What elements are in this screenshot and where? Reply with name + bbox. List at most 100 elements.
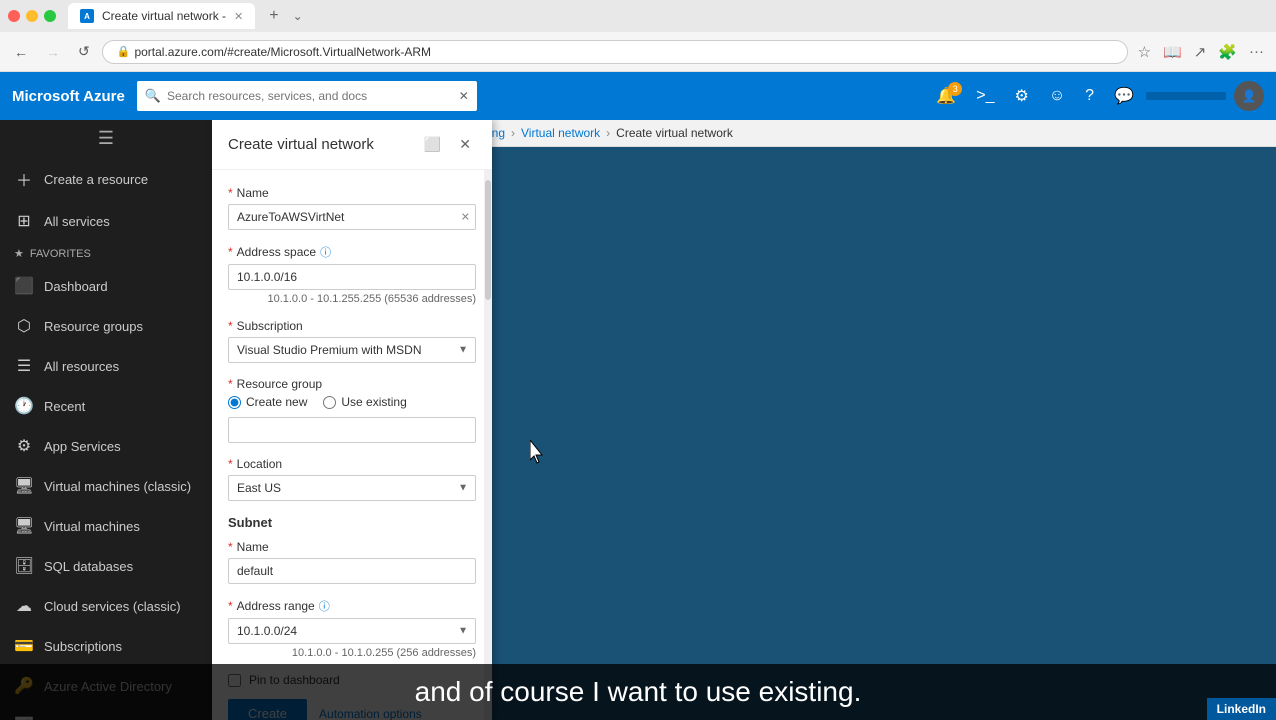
panel-scroll-thumb[interactable]	[485, 180, 491, 300]
search-bar[interactable]: 🔍 ✕	[137, 81, 477, 111]
create-new-radio-option[interactable]: Create new	[228, 395, 307, 409]
sidebar-item-all-services[interactable]: ⊞ All services	[0, 201, 212, 241]
smiley-button[interactable]: ☺	[1041, 81, 1073, 111]
bookmark-star-button[interactable]: ☆	[1134, 39, 1155, 65]
panel-close-button[interactable]: ✕	[454, 134, 476, 155]
resource-group-input[interactable]	[228, 417, 476, 443]
breadcrumb-virtual-network[interactable]: Virtual network	[521, 126, 600, 140]
sidebar-item-all-resources[interactable]: ☰ All resources	[0, 346, 212, 386]
share-button[interactable]: ↗	[1190, 39, 1211, 65]
notification-badge: 3	[948, 82, 962, 96]
sidebar-resource-groups-label: Resource groups	[44, 319, 143, 334]
location-select[interactable]: East US	[228, 475, 476, 501]
location-required-marker: *	[228, 457, 233, 471]
extensions-button[interactable]: 🧩	[1214, 39, 1241, 65]
panel-body: * Name ✕ * Address space ⓘ	[212, 170, 492, 720]
address-space-input[interactable]	[228, 264, 476, 290]
name-required-marker: *	[228, 186, 233, 200]
browser-actions: ☆ 📖 ↗ 🧩 ···	[1134, 39, 1268, 65]
address-range-select-container: 10.1.0.0/24 ▼	[228, 618, 476, 644]
name-clear-button[interactable]: ✕	[461, 211, 470, 224]
address-range-required-marker: *	[228, 599, 233, 613]
more-button[interactable]: ···	[1245, 39, 1268, 64]
breadcrumb-sep-5: ›	[606, 126, 610, 140]
star-icon: ★	[14, 247, 24, 260]
sidebar-item-sql-databases[interactable]: 🗄 SQL databases	[0, 546, 212, 586]
subnet-name-input[interactable]	[228, 558, 476, 584]
sidebar-item-vm-classic[interactable]: 🖥 Virtual machines (classic)	[0, 466, 212, 506]
create-new-radio-label: Create new	[246, 395, 307, 409]
address-range-select[interactable]: 10.1.0.0/24	[228, 618, 476, 644]
tab-list-button[interactable]: ⌄	[293, 9, 303, 23]
active-tab[interactable]: A Create virtual network - ✕	[68, 3, 255, 29]
create-new-radio[interactable]	[228, 396, 241, 409]
app-services-icon: ⚙	[14, 436, 34, 456]
address-space-required-marker: *	[228, 245, 233, 259]
name-label: * Name	[228, 186, 476, 200]
read-mode-button[interactable]: 📖	[1159, 39, 1186, 65]
forward-button[interactable]: →	[40, 40, 66, 64]
sidebar-item-recent[interactable]: 🕐 Recent	[0, 386, 212, 426]
sql-icon: 🗄	[14, 556, 34, 576]
resource-group-required-marker: *	[228, 377, 233, 391]
reload-button[interactable]: ↺	[72, 39, 96, 64]
sidebar-item-dashboard[interactable]: ⬛ Dashboard	[0, 266, 212, 306]
sidebar-collapse-button[interactable]: ☰	[0, 120, 212, 157]
panel-minimize-button[interactable]: ⬜	[419, 134, 446, 155]
back-button[interactable]: ←	[8, 40, 34, 64]
sidebar-item-cloud-services[interactable]: ☁ Cloud services (classic)	[0, 586, 212, 626]
address-space-info-icon: ⓘ	[320, 244, 331, 260]
settings-button[interactable]: ⚙	[1006, 80, 1036, 112]
sidebar-dashboard-label: Dashboard	[44, 279, 108, 294]
sidebar-item-resource-groups[interactable]: ⬡ Resource groups	[0, 306, 212, 346]
address-range-form-group: * Address range ⓘ 10.1.0.0/24 ▼ 10.1.0.0…	[228, 598, 476, 659]
azure-logo: Microsoft Azure	[12, 88, 125, 105]
user-avatar[interactable]: 👤	[1234, 81, 1264, 111]
address-space-label: * Address space ⓘ	[228, 244, 476, 260]
subnet-name-label: * Name	[228, 540, 476, 554]
search-icon: 🔍	[145, 88, 161, 104]
notification-button[interactable]: 🔔 3	[928, 80, 964, 112]
tab-title: Create virtual network -	[102, 9, 226, 23]
address-bar[interactable]: 🔒 portal.azure.com/#create/Microsoft.Vir…	[102, 40, 1128, 64]
name-label-text: Name	[237, 186, 269, 200]
search-input[interactable]	[167, 89, 453, 103]
use-existing-radio-option[interactable]: Use existing	[323, 395, 406, 409]
user-account[interactable]	[1146, 92, 1226, 100]
dashboard-icon: ⬛	[14, 276, 34, 296]
linkedin-watermark: LinkedIn	[1207, 698, 1276, 720]
cloud-shell-button[interactable]: >_	[968, 81, 1002, 111]
sidebar-item-app-services[interactable]: ⚙ App Services	[0, 426, 212, 466]
use-existing-radio-label: Use existing	[341, 395, 406, 409]
sidebar-item-virtual-machines[interactable]: 🖥 Virtual machines	[0, 506, 212, 546]
sidebar-item-create-resource[interactable]: ＋ Create a resource	[0, 157, 212, 201]
topbar-icons: 🔔 3 >_ ⚙ ☺ ? 💬 👤	[928, 80, 1264, 112]
sidebar-recent-label: Recent	[44, 399, 85, 414]
use-existing-radio[interactable]	[323, 396, 336, 409]
search-clear-icon[interactable]: ✕	[459, 89, 469, 103]
location-label: * Location	[228, 457, 476, 471]
panel-scrollbar[interactable]	[484, 170, 492, 720]
sidebar-app-services-label: App Services	[44, 439, 121, 454]
help-button[interactable]: ?	[1077, 81, 1102, 111]
content-area: Home › Resource groups › AWS-RG › Everyt…	[212, 120, 1276, 720]
subnet-name-form-group: * Name	[228, 540, 476, 584]
name-input-container: ✕	[228, 204, 476, 230]
address-space-label-text: Address space	[237, 245, 316, 259]
sidebar-item-subscriptions[interactable]: 💳 Subscriptions	[0, 626, 212, 666]
location-form-group: * Location East US ▼	[228, 457, 476, 501]
name-input[interactable]	[228, 204, 476, 230]
resource-groups-icon: ⬡	[14, 316, 34, 336]
resource-group-label: * Resource group	[228, 377, 476, 391]
sidebar-virtual-machines-label: Virtual machines	[44, 519, 140, 534]
recent-icon: 🕐	[14, 396, 34, 416]
new-tab-button[interactable]: +	[263, 5, 284, 27]
sidebar-all-services-label: All services	[44, 214, 110, 229]
grid-icon: ⊞	[14, 211, 34, 231]
vm-classic-icon: 🖥	[14, 476, 34, 496]
panel-header: Create virtual network ⬜ ✕	[212, 120, 492, 170]
subscription-select-container: Visual Studio Premium with MSDN ▼	[228, 337, 476, 363]
tab-close-button[interactable]: ✕	[234, 10, 243, 23]
feedback-button[interactable]: 💬	[1106, 80, 1142, 112]
subscription-select[interactable]: Visual Studio Premium with MSDN	[228, 337, 476, 363]
